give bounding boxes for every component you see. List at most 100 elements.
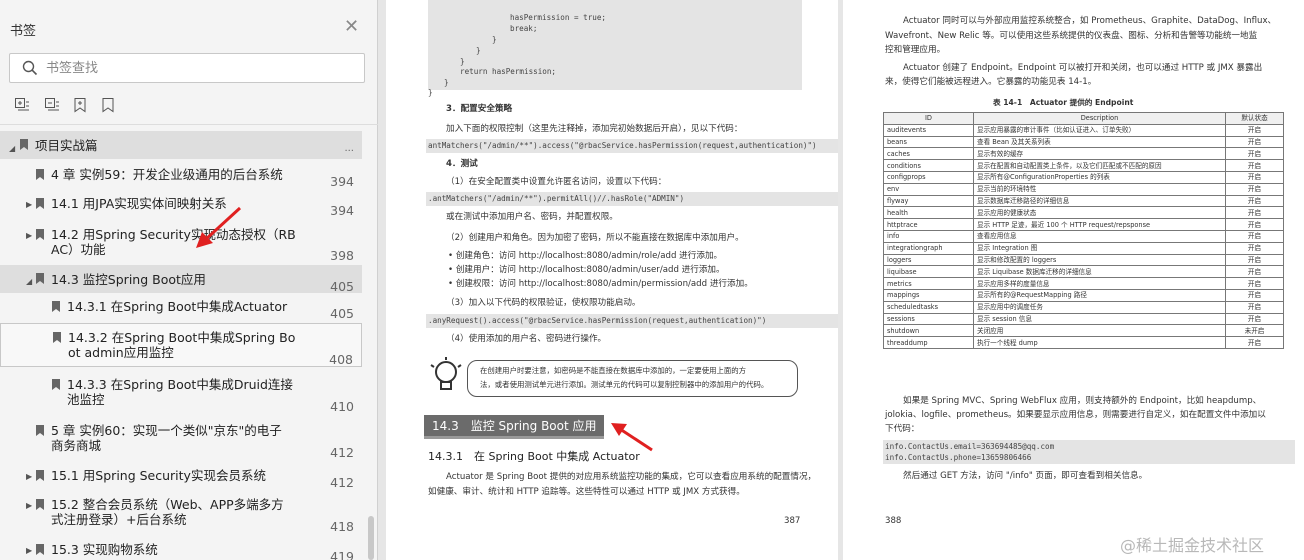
bookmark-icon[interactable] bbox=[100, 97, 116, 113]
table-row: conditions 显示在配置和自动配置类上条件，以及它们匹配或不匹配的原因 开启 bbox=[883, 159, 1284, 172]
table-cell: 开启 bbox=[1225, 288, 1284, 302]
bookmark-item-15-2[interactable]: ▶ 15.2 整合会员系统（Web、APP多端多方 式注册登录）+后台系统 41… bbox=[0, 497, 362, 537]
table-cell: 开启 bbox=[1225, 312, 1284, 326]
table-row: configprops 显示所有@ConfigurationProperties … bbox=[883, 170, 1284, 184]
bookmark-label-line2: 商务商城 bbox=[51, 438, 102, 453]
bookmark-page: 408 bbox=[329, 352, 353, 367]
table-cell: 显示 session 信息 bbox=[973, 312, 1226, 326]
sidebar-scrollbar[interactable] bbox=[368, 516, 374, 560]
expand-triangle-icon[interactable]: ▶ bbox=[26, 228, 32, 243]
table-cell: 开启 bbox=[1225, 336, 1284, 349]
table-cell: 开启 bbox=[1225, 218, 1284, 231]
table-row: env 显示当前的环境特性 开启 bbox=[883, 182, 1284, 196]
table-row: sessions 显示 session 信息 开启 bbox=[883, 312, 1284, 326]
table-row: auditevents 显示应用暴露的审计事件（比如认证进入、订单失败） 开启 bbox=[883, 123, 1284, 137]
expand-triangle-icon[interactable]: ▶ bbox=[26, 197, 32, 212]
heading: 3．配置安全策略 bbox=[446, 104, 513, 114]
table-cell: info bbox=[883, 229, 974, 243]
bookmark-search-box[interactable] bbox=[9, 53, 365, 83]
table-cell: caches bbox=[883, 147, 974, 161]
table-cell: 开启 bbox=[1225, 253, 1284, 267]
paragraph: 如健康、审计、统计和 HTTP 追踪等。这些特性可以通过 HTTP 或 JMX … bbox=[428, 487, 745, 497]
table-cell: beans bbox=[883, 135, 974, 149]
table-cell: 执行一个线程 dump bbox=[973, 336, 1226, 349]
bookmark-page: 410 bbox=[330, 399, 354, 414]
paragraph: jolokia、logfile、prometheus。如果要显示应用信息，则需要… bbox=[885, 410, 1266, 420]
bookmark-item-14-3[interactable]: ◢ 14.3 监控Spring Boot应用 405 bbox=[0, 265, 362, 294]
bookmark-label: 14.1 用JPA实现实体间映射关系 bbox=[51, 196, 227, 211]
bookmark-icon bbox=[36, 470, 44, 481]
table-cell: 开启 bbox=[1225, 277, 1284, 290]
bookmark-icon bbox=[36, 273, 44, 284]
table-cell: 开启 bbox=[1225, 194, 1284, 208]
table-cell: 开启 bbox=[1225, 182, 1284, 196]
heading: 4．测试 bbox=[446, 159, 478, 169]
table-cell: 开启 bbox=[1225, 206, 1284, 220]
collapse-triangle-icon[interactable]: ◢ bbox=[26, 274, 32, 289]
bookmark-item-14-1[interactable]: ▶ 14.1 用JPA实现实体间映射关系 394 bbox=[0, 196, 362, 220]
bookmark-item-15-3[interactable]: ▶ 15.3 实现购物系统 419 bbox=[0, 542, 362, 560]
code-line: hasPermission = true; bbox=[510, 13, 607, 22]
bookmark-item-chapter15[interactable]: 5 章 实例60：实现一个类似"京东"的电子 商务商城 412 bbox=[0, 423, 362, 460]
paragraph: 下代码： bbox=[885, 424, 920, 434]
bookmark-label-line2: 式注册登录）+后台系统 bbox=[51, 512, 187, 527]
bookmark-item-14-3-3[interactable]: 14.3.3 在Spring Boot中集成Druid连接 池监控 410 bbox=[0, 377, 362, 414]
bookmark-page: 412 bbox=[330, 445, 354, 460]
collapse-triangle-icon[interactable]: ◢ bbox=[9, 141, 15, 156]
bookmark-label-line2: ot admin应用监控 bbox=[68, 345, 174, 360]
paragraph: （3）加入以下代码的权限验证，使权限功能启动。 bbox=[446, 298, 641, 308]
document-view[interactable]: hasPermission = true; break; } } } retur… bbox=[378, 0, 1304, 560]
endpoint-table: ID Description 默认状态 auditevents 显示应用暴露的审计事件（… bbox=[883, 112, 1284, 349]
bookmark-icon bbox=[52, 379, 60, 390]
table-cell: 显示 HTTP 足迹，最近 100 个 HTTP request/repspon… bbox=[973, 218, 1226, 231]
bookmark-item-14-3-2[interactable]: 14.3.2 在Spring Boot中集成Spring Bo ot admin… bbox=[0, 323, 362, 367]
bookmark-label-line2: 池监控 bbox=[67, 392, 105, 407]
bookmark-item-14-3-1[interactable]: 14.3.1 在Spring Boot中集成Actuator 405 bbox=[0, 299, 362, 323]
table-cell: 显示在配置和自动配置类上条件，以及它们匹配或不匹配的原因 bbox=[973, 159, 1226, 172]
table-cell: 开启 bbox=[1225, 123, 1284, 137]
bookmark-page: 405 bbox=[330, 279, 354, 294]
expand-triangle-icon[interactable]: ▶ bbox=[26, 469, 32, 484]
table-cell: 开启 bbox=[1225, 135, 1284, 149]
code-line: } bbox=[492, 35, 497, 44]
table-cell: configprops bbox=[883, 170, 974, 184]
page-387: hasPermission = true; break; } } } retur… bbox=[386, 0, 838, 560]
table-cell: auditevents bbox=[883, 123, 974, 137]
table-row: httptrace 显示 HTTP 足迹，最近 100 个 HTTP reques… bbox=[883, 218, 1284, 231]
close-icon[interactable]: ✕ bbox=[344, 16, 359, 37]
expand-all-icon[interactable] bbox=[14, 97, 30, 113]
tip-text: 在创建用户时要注意，如密码是不能直接在数据库中添加的，一定要使用上面的方 bbox=[480, 366, 747, 375]
table-cell: 关闭应用 bbox=[973, 324, 1226, 338]
table-cell: shutdown bbox=[883, 324, 974, 338]
table-header-cell: Description bbox=[973, 112, 1226, 125]
table-header-cell: 默认状态 bbox=[1225, 112, 1284, 125]
bookmark-label-line1: 15.2 整合会员系统（Web、APP多端多方 bbox=[51, 497, 284, 512]
bookmark-page: 394 bbox=[330, 174, 354, 189]
add-bookmark-icon[interactable] bbox=[72, 97, 88, 113]
table-cell: 显示应用中的调度任务 bbox=[973, 300, 1226, 314]
bookmark-item-14-2[interactable]: ▶ 14.2 用Spring Security实现动态授权（RB AC）功能 3… bbox=[0, 227, 362, 263]
bookmark-item-15-1[interactable]: ▶ 15.1 用Spring Security实现会员系统 412 bbox=[0, 468, 362, 492]
sidebar-title: 书签 bbox=[10, 24, 37, 39]
table-cell: 显示应用多样的度量信息 bbox=[973, 277, 1226, 290]
bookmark-label: 15.3 实现购物系统 bbox=[51, 542, 158, 557]
table-cell: 显示应用的健康状态 bbox=[973, 206, 1226, 220]
expand-triangle-icon[interactable]: ▶ bbox=[26, 543, 32, 558]
paragraph: 加入下面的权限控制（这里先注释掉，添加完初始数据后开启），见以下代码： bbox=[446, 124, 743, 134]
table-cell: 查看 Bean 及其关系列表 bbox=[973, 135, 1226, 149]
bookmark-sidebar: 书签 ✕ ◢ 项目实战篇 ... 4 章 实例59：开发企业级通用的后台系统 3… bbox=[0, 0, 378, 560]
paragraph: 来，使得它们能被远程进入。它暴露的功能见表 14-1。 bbox=[885, 77, 1097, 87]
page-number: 387 bbox=[784, 516, 801, 526]
expand-triangle-icon[interactable]: ▶ bbox=[26, 498, 32, 513]
table-cell: 开启 bbox=[1225, 159, 1284, 172]
bullet-text: 创建用户：访问 http://localhost:8080/admin/user… bbox=[455, 265, 725, 275]
bookmark-search-input[interactable] bbox=[46, 59, 346, 77]
bookmark-item-chapter14[interactable]: 4 章 实例59：开发企业级通用的后台系统 394 bbox=[0, 167, 362, 191]
table-caption: 表 14-1 Actuator 提供的 Endpoint bbox=[993, 98, 1134, 107]
bookmark-item-part[interactable]: ◢ 项目实战篇 ... bbox=[0, 131, 362, 159]
code-line: .antMatchers("/admin/**").permitAll()//.… bbox=[428, 194, 685, 203]
table-header-row: ID Description 默认状态 bbox=[883, 112, 1284, 125]
collapse-all-icon[interactable] bbox=[44, 97, 60, 113]
search-icon bbox=[22, 60, 38, 76]
bookmark-label: 4 章 实例59：开发企业级通用的后台系统 bbox=[51, 167, 283, 182]
